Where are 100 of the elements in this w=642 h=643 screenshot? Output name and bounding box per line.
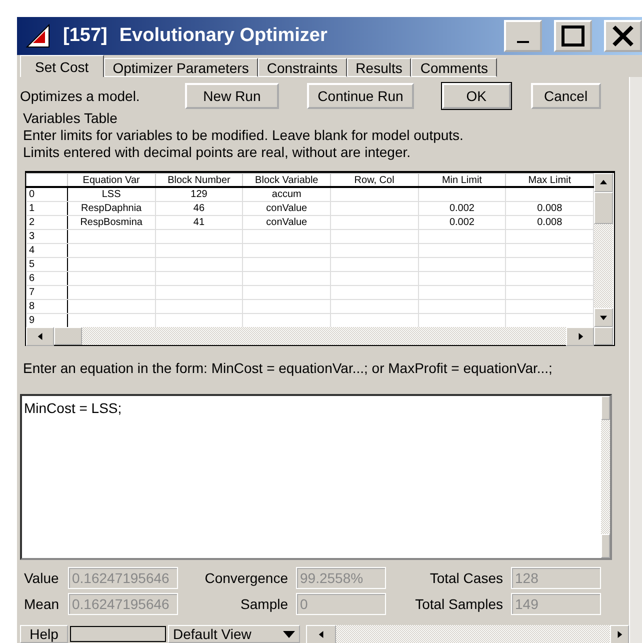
- table-cell[interactable]: [242, 230, 330, 244]
- table-cell[interactable]: 0.008: [506, 216, 594, 230]
- view-dropdown[interactable]: Default View: [168, 625, 300, 643]
- table-cell[interactable]: [68, 300, 156, 314]
- table-cell[interactable]: [242, 244, 330, 258]
- table-cell[interactable]: [506, 272, 594, 286]
- row-number: 0: [26, 187, 68, 202]
- stat-label: Total Cases: [428, 570, 504, 586]
- maximize-button[interactable]: [554, 20, 592, 52]
- row-number: 6: [26, 272, 68, 286]
- table-cell[interactable]: [330, 300, 418, 314]
- tab[interactable]: Results: [346, 58, 412, 77]
- table-cell[interactable]: [418, 300, 506, 314]
- table-cell[interactable]: [506, 300, 594, 314]
- table-cell[interactable]: [418, 187, 506, 202]
- row-number: 1: [26, 202, 68, 216]
- table-cell[interactable]: 0.002: [418, 202, 506, 216]
- table-cell[interactable]: [242, 286, 330, 300]
- table-cell[interactable]: [506, 286, 594, 300]
- table-cell[interactable]: [155, 258, 243, 272]
- scroll-up-button[interactable]: [594, 173, 613, 192]
- app-icon: [25, 23, 51, 49]
- vertical-scrollbar[interactable]: [601, 396, 610, 558]
- table-cell[interactable]: [506, 187, 594, 202]
- table-cell[interactable]: accum: [242, 187, 330, 202]
- instruction-text: Enter limits for variables to be modified. Leave blank for model outputs.: [22, 127, 464, 144]
- table-cell[interactable]: [68, 258, 156, 272]
- window-title: [157]: [63, 25, 108, 47]
- table-cell[interactable]: [155, 300, 243, 314]
- equation-field[interactable]: MinCost = LSS;: [20, 394, 612, 560]
- dropdown-arrow-icon: [283, 630, 295, 638]
- horizontal-scrollbar[interactable]: [306, 625, 629, 643]
- minimize-icon: [517, 41, 529, 43]
- table-cell[interactable]: [330, 286, 418, 300]
- maximize-icon: [561, 25, 585, 47]
- column-header: Row, Col: [330, 174, 418, 188]
- table-cell[interactable]: [155, 286, 243, 300]
- tab[interactable]: Optimizer Parameters: [104, 58, 258, 77]
- table-cell[interactable]: [418, 244, 506, 258]
- row-number: 8: [26, 300, 68, 314]
- tab[interactable]: Constraints: [258, 58, 347, 77]
- help-button[interactable]: Help: [20, 625, 68, 643]
- table-cell[interactable]: [506, 244, 594, 258]
- column-header: Min Limit: [418, 174, 506, 188]
- table-cell[interactable]: [330, 244, 418, 258]
- table-cell[interactable]: [68, 230, 156, 244]
- table-cell[interactable]: [242, 300, 330, 314]
- stat-label: Sample: [240, 596, 289, 612]
- table-cell[interactable]: conValue: [242, 202, 330, 216]
- table-cell[interactable]: 0.002: [418, 216, 506, 230]
- table-cell[interactable]: [330, 187, 418, 202]
- table-cell[interactable]: [418, 286, 506, 300]
- minimize-button[interactable]: [504, 20, 542, 52]
- table-cell[interactable]: RespDaphnia: [68, 202, 156, 216]
- dialog-button[interactable]: Continue Run: [306, 82, 414, 109]
- close-button[interactable]: [604, 20, 642, 52]
- scroll-down-button[interactable]: [594, 308, 613, 328]
- vertical-scrollbar[interactable]: [594, 173, 613, 328]
- table-cell[interactable]: 0.008: [506, 202, 594, 216]
- dialog-button[interactable]: Cancel: [530, 82, 601, 109]
- row-number: 7: [26, 286, 68, 300]
- horizontal-scrollbar[interactable]: [26, 327, 594, 346]
- stat-value-field: 128: [511, 567, 601, 589]
- table-cell[interactable]: [330, 202, 418, 216]
- table-cell[interactable]: [155, 272, 243, 286]
- up-arrow-icon: [600, 179, 607, 186]
- table-cell[interactable]: [68, 286, 156, 300]
- table-cell[interactable]: 46: [155, 202, 243, 216]
- vertical-scrollbar[interactable]: [629, 77, 642, 643]
- table-cell[interactable]: [330, 258, 418, 272]
- table-cell[interactable]: [68, 272, 156, 286]
- table-cell[interactable]: [330, 216, 418, 230]
- table-cell[interactable]: [418, 272, 506, 286]
- left-arrow-icon: [318, 631, 324, 638]
- table-cell[interactable]: [68, 244, 156, 258]
- table-cell[interactable]: [506, 258, 594, 272]
- table-cell[interactable]: LSS: [68, 187, 156, 202]
- table-cell[interactable]: 41: [155, 216, 243, 230]
- table-cell[interactable]: [155, 230, 243, 244]
- tab[interactable]: Set Cost: [20, 55, 104, 77]
- table-cell[interactable]: [330, 230, 418, 244]
- right-arrow-icon: [576, 333, 584, 340]
- table-cell[interactable]: RespBosmina: [68, 216, 156, 230]
- scroll-left-button[interactable]: [26, 327, 54, 346]
- table-cell[interactable]: 129: [155, 187, 243, 202]
- dialog-button[interactable]: OK: [442, 82, 511, 109]
- table-cell[interactable]: [242, 258, 330, 272]
- table-cell[interactable]: conValue: [242, 216, 330, 230]
- table-cell[interactable]: [330, 272, 418, 286]
- table-cell[interactable]: [418, 230, 506, 244]
- scroll-thumb[interactable]: [594, 192, 613, 224]
- scroll-thumb[interactable]: [54, 327, 82, 346]
- table-cell[interactable]: [506, 230, 594, 244]
- window-title: Evolutionary Optimizer: [119, 25, 328, 47]
- scroll-right-button[interactable]: [566, 327, 594, 346]
- tab[interactable]: Comments: [411, 58, 498, 77]
- dialog-button[interactable]: New Run: [185, 82, 279, 109]
- table-cell[interactable]: [418, 258, 506, 272]
- table-cell[interactable]: [155, 244, 243, 258]
- table-cell[interactable]: [242, 272, 330, 286]
